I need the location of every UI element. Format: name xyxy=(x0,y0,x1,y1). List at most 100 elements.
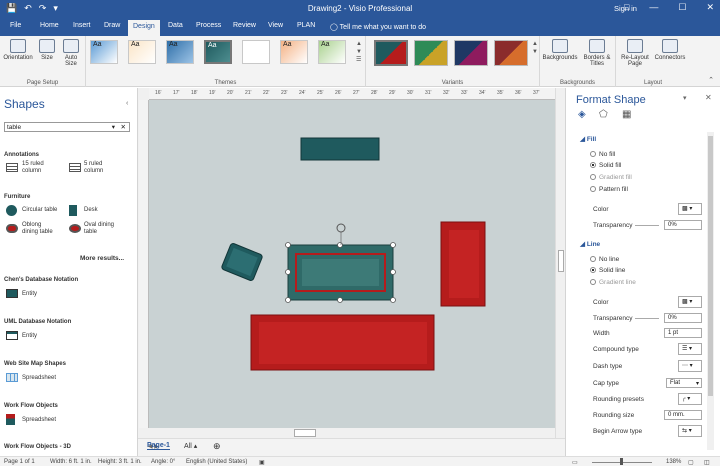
fit-page-icon[interactable]: ▢ xyxy=(688,459,694,466)
rounding-size-input[interactable]: 0 mm. xyxy=(664,410,702,420)
oval-table-icon[interactable] xyxy=(69,224,81,233)
solid-line-radio[interactable]: Solid line xyxy=(590,267,625,274)
tab-design[interactable]: Design xyxy=(128,20,160,36)
variant-thumbnail[interactable] xyxy=(494,40,528,66)
stencil-work-flow-objects[interactable]: Work Flow Objects xyxy=(4,403,58,409)
shape-spreadsheet-web[interactable]: Spreadsheet xyxy=(22,375,56,382)
size-button[interactable]: Size xyxy=(36,39,58,61)
shapes-search-input[interactable]: table ▾ ✕ xyxy=(4,122,130,132)
minimize-icon[interactable]: — xyxy=(649,2,658,13)
stencil-uml-database[interactable]: UML Database Notation xyxy=(4,319,71,325)
page-tab-page-1[interactable]: Page-1 xyxy=(147,442,170,450)
desk-icon[interactable] xyxy=(69,205,77,216)
circular-table-icon[interactable] xyxy=(6,205,17,216)
no-fill-radio[interactable]: No fill xyxy=(590,151,615,158)
format-scroll-thumb[interactable] xyxy=(708,136,713,396)
themes-scroll-arrows[interactable]: ▲ ▼ ☰ xyxy=(356,40,362,64)
tab-file[interactable]: File xyxy=(10,22,21,29)
spreadsheet-icon[interactable] xyxy=(6,414,15,425)
zoom-level[interactable]: 138% xyxy=(666,459,681,465)
stencil-furniture[interactable]: Furniture xyxy=(4,194,30,200)
fill-color-picker[interactable]: ▩ ▾ xyxy=(678,203,702,215)
close-icon[interactable]: ✕ xyxy=(706,2,714,13)
ribbon-display-options-icon[interactable]: □ xyxy=(624,2,629,13)
fill-line-tab-icon[interactable]: ◈ xyxy=(578,109,586,120)
bench-shape[interactable] xyxy=(300,137,380,161)
format-scrollbar[interactable] xyxy=(707,132,714,450)
shape-circular-table[interactable]: Circular table xyxy=(22,207,57,214)
tab-process[interactable]: Process xyxy=(196,22,221,29)
compound-type-picker[interactable]: ☰ ▾ xyxy=(678,343,702,355)
oblong-table-icon[interactable] xyxy=(6,224,18,233)
theme-thumbnail-selected[interactable]: Aa xyxy=(204,40,232,64)
shape-entity-uml[interactable]: Entity xyxy=(22,333,37,340)
shape-oblong-dining-table[interactable]: Oblong dining table xyxy=(22,222,53,236)
shape-oval-dining-table[interactable]: Oval dining table xyxy=(84,222,114,236)
loveseat-shape[interactable] xyxy=(440,221,486,307)
theme-thumbnail[interactable]: Aa xyxy=(90,40,118,64)
relayout-page-button[interactable]: Re-Layout Page xyxy=(618,39,652,67)
variant-thumbnail-selected[interactable] xyxy=(374,40,408,66)
floor-plan-drawing[interactable] xyxy=(149,100,555,428)
line-transparency-input[interactable]: 0% xyxy=(664,313,702,323)
stencil-annotations[interactable]: Annotations xyxy=(4,152,39,158)
tab-insert[interactable]: Insert xyxy=(73,22,91,29)
line-section-header[interactable]: ◢ Line xyxy=(580,240,600,248)
entity-icon[interactable] xyxy=(6,331,18,340)
borders-titles-button[interactable]: Borders & Titles xyxy=(580,39,614,67)
macro-recording-icon[interactable]: ▣ xyxy=(259,459,265,466)
properties-tab-icon[interactable]: ▦ xyxy=(622,109,631,120)
theme-thumbnail[interactable]: Aa xyxy=(280,40,308,64)
canvas-horizontal-scrollbar[interactable] xyxy=(149,428,555,438)
orientation-button[interactable]: Orientation xyxy=(3,39,33,61)
entity-icon[interactable] xyxy=(6,289,18,298)
backgrounds-button[interactable]: Backgrounds xyxy=(542,39,578,61)
theme-thumbnail[interactable]: Aa xyxy=(166,40,194,64)
switch-windows-icon[interactable]: ◫ xyxy=(704,459,710,466)
rotation-handle[interactable] xyxy=(336,223,346,245)
status-page[interactable]: Page 1 of 1 xyxy=(4,459,35,465)
tab-data[interactable]: Data xyxy=(168,22,183,29)
stencil-work-flow-objects-3d[interactable]: Work Flow Objects - 3D xyxy=(4,444,71,450)
ruled-column-icon[interactable] xyxy=(69,163,81,172)
tell-me-box[interactable]: ◯ Tell me what you want to do xyxy=(330,23,426,31)
no-line-radio[interactable]: No line xyxy=(590,256,619,263)
add-page-icon[interactable]: ⊕ xyxy=(213,441,221,452)
fill-transparency-input[interactable]: 0% xyxy=(664,220,702,230)
status-language[interactable]: English (United States) xyxy=(186,459,247,465)
dash-type-picker[interactable]: ⋯ ▾ xyxy=(678,360,702,372)
gradient-line-radio[interactable]: Gradient line xyxy=(590,279,636,286)
gradient-fill-radio[interactable]: Gradient fill xyxy=(590,174,632,181)
line-transparency-slider[interactable] xyxy=(635,318,659,319)
collapse-ribbon-icon[interactable]: ⌃ xyxy=(708,76,714,84)
tab-plan[interactable]: PLAN xyxy=(297,22,315,29)
tab-draw[interactable]: Draw xyxy=(104,22,120,29)
variant-thumbnail[interactable] xyxy=(414,40,448,66)
auto-size-button[interactable]: Auto Size xyxy=(60,39,82,67)
tab-home[interactable]: Home xyxy=(40,22,59,29)
variants-scroll-arrows[interactable]: ▲ ▼ xyxy=(532,40,538,56)
stencil-web-site-map[interactable]: Web Site Map Shapes xyxy=(4,361,66,367)
theme-thumbnail[interactable]: Aa xyxy=(128,40,156,64)
canvas-vertical-scrollbar[interactable] xyxy=(555,88,565,438)
shape-spreadsheet-workflow[interactable]: Spreadsheet xyxy=(22,417,56,424)
spreadsheet-icon[interactable] xyxy=(6,373,18,382)
tab-review[interactable]: Review xyxy=(233,22,256,29)
pane-options-icon[interactable]: ▾ xyxy=(683,94,687,102)
fill-transparency-slider[interactable] xyxy=(635,225,659,226)
theme-thumbnail[interactable]: Aa xyxy=(318,40,346,64)
more-results-link[interactable]: More results... xyxy=(80,255,124,262)
canvas-vscroll-thumb[interactable] xyxy=(558,250,564,272)
ruled-column-icon[interactable] xyxy=(6,163,18,172)
close-pane-icon[interactable]: ✕ xyxy=(705,93,712,102)
connectors-button[interactable]: Connectors xyxy=(652,39,688,61)
effects-tab-icon[interactable]: ⬠ xyxy=(599,109,608,120)
begin-arrow-type-picker[interactable]: ⇆ ▾ xyxy=(678,425,702,437)
all-pages-button[interactable]: All ▴ xyxy=(184,442,197,450)
shape-desk[interactable]: Desk xyxy=(84,207,98,214)
variant-thumbnail[interactable] xyxy=(454,40,488,66)
line-color-picker[interactable]: ▩ ▾ xyxy=(678,296,702,308)
shape-entity-chen[interactable]: Entity xyxy=(22,291,37,298)
canvas-hscroll-thumb[interactable] xyxy=(294,429,316,437)
stencil-chens-database[interactable]: Chen's Database Notation xyxy=(4,277,78,283)
